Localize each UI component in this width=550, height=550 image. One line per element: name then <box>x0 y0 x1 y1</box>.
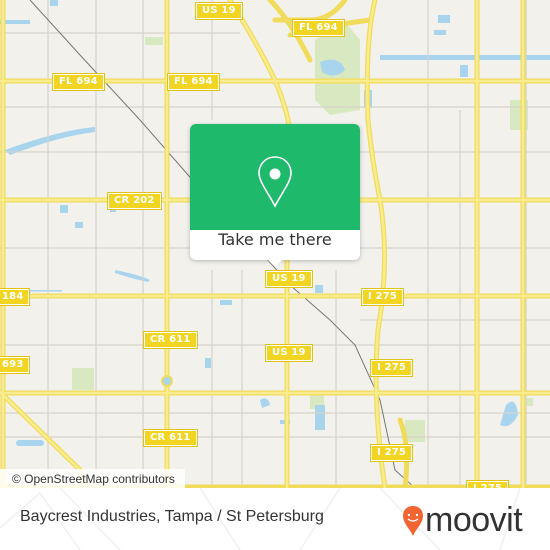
route-shield: 184 <box>0 288 31 306</box>
route-shield: US 19 <box>265 344 313 362</box>
route-shield: CR 202 <box>107 192 162 210</box>
route-shield: I 275 <box>360 288 405 306</box>
route-shield: 693 <box>0 356 31 374</box>
take-me-there-button[interactable]: Take me there <box>190 230 360 260</box>
popup-header <box>190 124 360 230</box>
route-shield: I 275 <box>465 480 510 488</box>
moovit-logo[interactable]: moovit <box>402 500 542 540</box>
route-shield: I 275 <box>369 359 414 377</box>
place-title: Baycrest Industries, Tampa / St Petersbu… <box>20 508 324 525</box>
map-view[interactable]: US 19 FL 694 FL 694 FL 694 CR 202 US 19 … <box>0 0 550 488</box>
route-shield: FL 694 <box>167 73 220 91</box>
popup-tail <box>267 259 283 267</box>
route-shield: CR 611 <box>143 429 198 447</box>
moovit-pin-icon <box>403 506 423 536</box>
map-pin-icon <box>258 156 292 208</box>
route-shield: FL 694 <box>292 19 345 37</box>
route-shield: CR 611 <box>143 331 198 349</box>
route-shield: FL 694 <box>52 73 105 91</box>
route-shield: US 19 <box>195 2 243 20</box>
roundabout <box>161 375 173 387</box>
location-popup: Take me there <box>190 124 360 267</box>
route-shield: I 275 <box>369 444 414 462</box>
moovit-wordmark: moovit <box>425 501 523 539</box>
map-attribution[interactable]: © OpenStreetMap contributors <box>0 469 185 488</box>
footer-bar: Baycrest Industries, Tampa / St Petersbu… <box>0 488 550 550</box>
route-shield: US 19 <box>265 270 313 288</box>
